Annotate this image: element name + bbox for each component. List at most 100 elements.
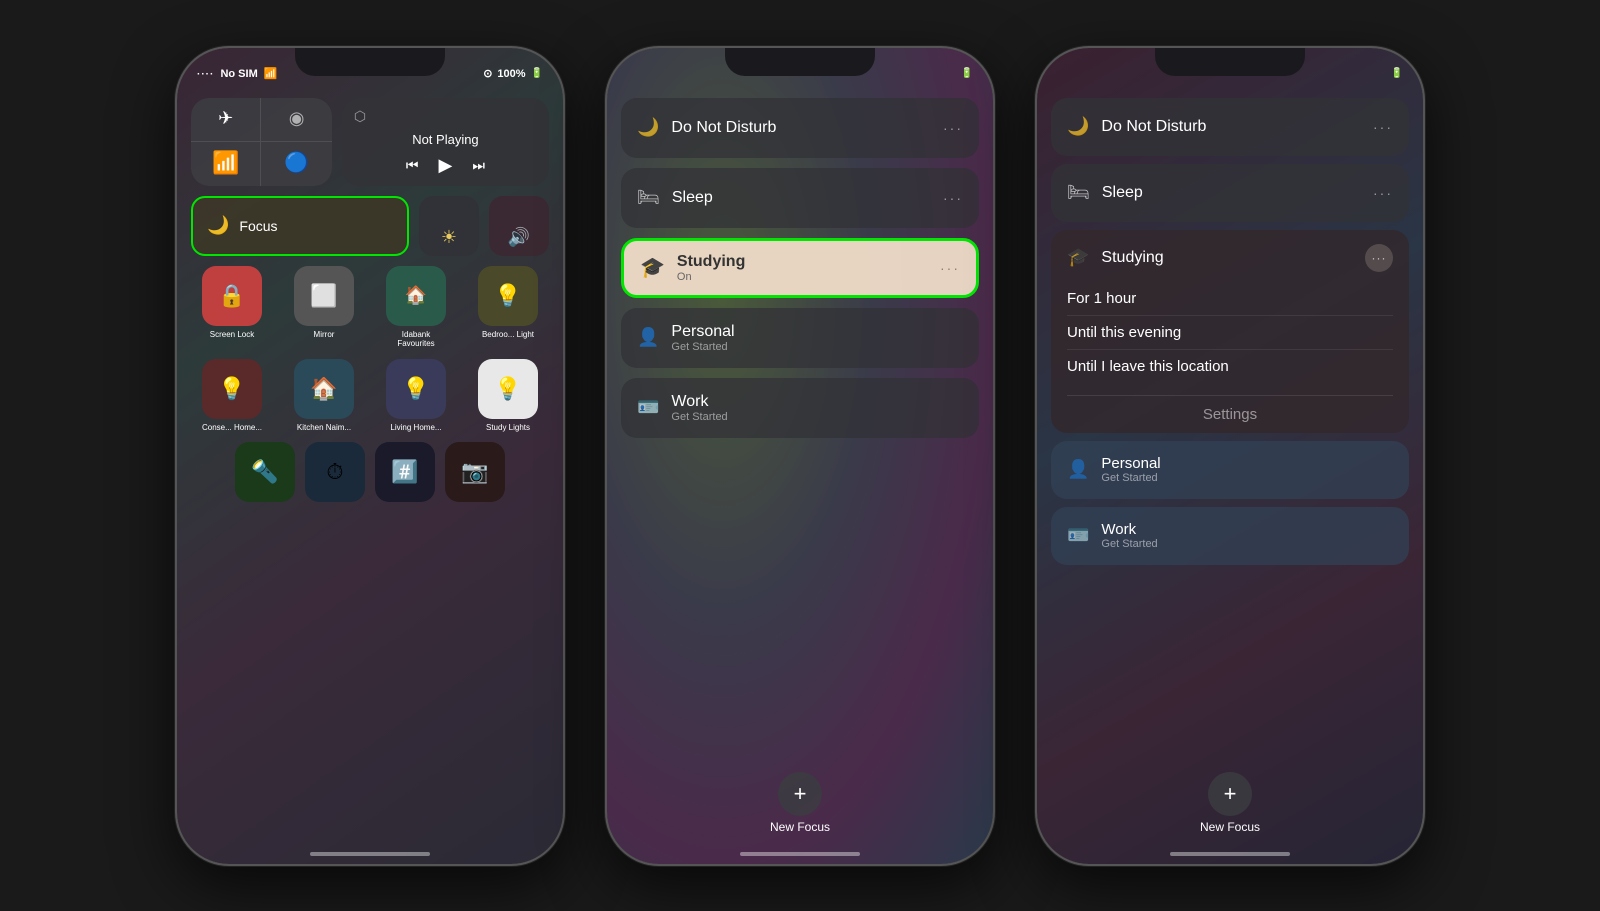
dnd-dots[interactable]: ··· xyxy=(1373,119,1393,135)
notch xyxy=(1155,48,1305,76)
personal-label: Personal xyxy=(1101,455,1160,472)
studying-label: Studying xyxy=(677,253,745,271)
sleep-dots[interactable]: ··· xyxy=(1373,185,1393,201)
personal-label: Personal xyxy=(671,323,734,341)
bedroom-light-app[interactable]: 💡 Bedroo... Light xyxy=(467,266,549,349)
work-text: Work Get Started xyxy=(1101,521,1157,550)
moon-icon: 🌙 xyxy=(207,215,229,236)
personal-row[interactable]: 👤 Personal Get Started xyxy=(1051,441,1409,499)
dnd-label: Do Not Disturb xyxy=(1101,118,1206,136)
personal-left: 👤 Personal Get Started xyxy=(637,323,735,353)
living-home-app[interactable]: 💡 Living Home... xyxy=(375,359,457,433)
new-focus-button[interactable]: + xyxy=(1208,772,1252,816)
work-row[interactable]: 🪪 Work Get Started xyxy=(1051,507,1409,565)
personal-icon: 👤 xyxy=(637,327,659,348)
timer-button[interactable]: ⏱ xyxy=(305,442,365,502)
dnd-label: Do Not Disturb xyxy=(671,119,776,137)
new-focus-bottom[interactable]: + New Focus xyxy=(621,772,979,834)
studying-row[interactable]: 🎓 Studying On ··· xyxy=(621,238,979,298)
dnd-left: 🌙 Do Not Disturb xyxy=(1067,116,1206,137)
personal-text: Personal Get Started xyxy=(1101,455,1160,484)
status-right: 🔋 xyxy=(1391,68,1403,79)
plus-icon: + xyxy=(794,781,807,807)
airplay-icon: ⬡ xyxy=(354,108,366,125)
work-icon: 🪪 xyxy=(637,397,659,418)
screen-lock-app[interactable]: 🔒 Screen Lock xyxy=(191,266,273,349)
airplane-mode-button[interactable]: ✈ xyxy=(191,98,261,142)
sleep-row[interactable]: 🛏 Sleep ··· xyxy=(1051,164,1409,222)
studying-dots[interactable]: ··· xyxy=(940,260,960,276)
kitchen-app[interactable]: 🏠 Kitchen Naim... xyxy=(283,359,365,433)
for-1-hour-option[interactable]: For 1 hour xyxy=(1067,282,1393,316)
battery-percent: 100% xyxy=(497,68,525,80)
screen-mirror-app[interactable]: ⬜ Mirror xyxy=(283,266,365,349)
kitchen-icon: 🏠 xyxy=(294,359,354,419)
home-indicator xyxy=(1170,852,1290,856)
dnd-row[interactable]: 🌙 Do Not Disturb ··· xyxy=(1051,98,1409,156)
prev-button[interactable]: ⏮ xyxy=(406,157,419,174)
volume-icon: 🔊 xyxy=(508,227,530,248)
brightness-slider[interactable]: ☀ xyxy=(419,196,479,256)
personal-icon: 👤 xyxy=(1067,459,1089,480)
sleep-dots[interactable]: ··· xyxy=(943,190,963,206)
top-row: ✈ ◉ 📶 🔵 ⬡ Not Playing xyxy=(191,98,549,186)
camera-button[interactable]: 📷 xyxy=(445,442,505,502)
studying-dots-button[interactable]: ··· xyxy=(1365,244,1393,272)
study-lights-app[interactable]: 💡 Study Lights xyxy=(467,359,549,433)
app-shortcuts-row2: 💡 Conse... Home... 🏠 Kitchen Naim... 💡 L… xyxy=(191,359,549,433)
sleep-row[interactable]: 🛏 Sleep ··· xyxy=(621,168,979,228)
control-center: ✈ ◉ 📶 🔵 ⬡ Not Playing xyxy=(191,98,549,844)
brightness-icon: ☀ xyxy=(441,227,457,248)
studying-text-wrap: Studying On xyxy=(677,253,745,283)
work-row[interactable]: 🪪 Work Get Started xyxy=(621,378,979,438)
do-not-disturb-row[interactable]: 🌙 Do Not Disturb ··· xyxy=(621,98,979,158)
calculator-button[interactable]: #️⃣ xyxy=(375,442,435,502)
sleep-label: Sleep xyxy=(672,189,713,207)
phone-2: ●● 🔋 🌙 Do Not Disturb ··· 🛏 Sleep ··· xyxy=(605,46,995,866)
tools-row: 🔦 ⏱ #️⃣ 📷 xyxy=(191,442,549,502)
wifi-icon: 📶 xyxy=(212,150,239,176)
work-sub: Get Started xyxy=(1101,538,1157,550)
notch xyxy=(725,48,875,76)
settings-link[interactable]: Settings xyxy=(1051,396,1409,433)
until-leave-option[interactable]: Until I leave this location xyxy=(1067,350,1393,383)
battery-icon: 🔋 xyxy=(1391,68,1403,79)
studying-dots-wrap: ··· ➜ xyxy=(1365,244,1393,272)
studying-sub: On xyxy=(677,271,745,283)
console-home-app[interactable]: 💡 Conse... Home... xyxy=(191,359,273,433)
work-icon: 🪪 xyxy=(1067,525,1089,546)
personal-row[interactable]: 👤 Personal Get Started xyxy=(621,308,979,368)
new-focus-bottom[interactable]: + New Focus xyxy=(1051,772,1409,834)
idabank-app[interactable]: 🏠 Idabank Favourites xyxy=(375,266,457,349)
work-left: 🪪 Work Get Started xyxy=(637,393,728,423)
flashlight-button[interactable]: 🔦 xyxy=(235,442,295,502)
screen-mirror-icon: ⬜ xyxy=(294,266,354,326)
work-label: Work xyxy=(671,393,727,411)
studying-left: 🎓 Studying xyxy=(1067,247,1164,268)
volume-slider[interactable]: 🔊 xyxy=(489,196,549,256)
sleep-label: Sleep xyxy=(1102,184,1143,202)
new-focus-label: New Focus xyxy=(770,820,830,834)
home-indicator xyxy=(740,852,860,856)
idabank-icon: 🏠 xyxy=(386,266,446,326)
moon-icon: 🌙 xyxy=(1067,116,1089,137)
studying-expanded: 🎓 Studying ··· ➜ For 1 hour Until this e… xyxy=(1051,230,1409,433)
studying-icon: 🎓 xyxy=(640,255,665,280)
status-right: ⊙ 100% 🔋 xyxy=(483,67,543,80)
play-button[interactable]: ▶ xyxy=(439,155,453,176)
battery-icon: 🔋 xyxy=(961,68,973,79)
bluetooth-button[interactable]: 🔵 xyxy=(261,142,331,186)
until-this-evening-option[interactable]: Until this evening xyxy=(1067,316,1393,350)
status-right: 🔋 xyxy=(961,68,973,79)
next-button[interactable]: ⏭ xyxy=(472,157,485,174)
focus-button[interactable]: 🌙 Focus xyxy=(191,196,409,256)
studying-left: 🎓 Studying On xyxy=(640,253,745,283)
wifi-button[interactable]: 📶 xyxy=(191,142,261,186)
new-focus-button[interactable]: + xyxy=(778,772,822,816)
dots-icon: ··· xyxy=(1372,251,1387,265)
cellular-button[interactable]: ◉ xyxy=(261,98,331,142)
sleep-icon: 🛏 xyxy=(637,187,660,208)
sleep-left: 🛏 Sleep xyxy=(637,187,713,208)
dnd-dots[interactable]: ··· xyxy=(943,120,963,136)
green-arrow: ➜ xyxy=(1367,230,1407,241)
